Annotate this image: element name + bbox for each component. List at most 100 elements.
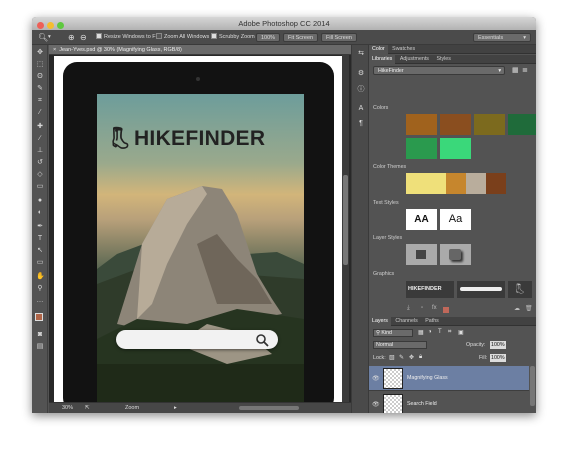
graphic-boot-swatch[interactable]: 👢︎ — [508, 281, 532, 298]
shape-tool-icon[interactable]: ▭ — [36, 259, 44, 267]
info-panel-icon[interactable]: ⓘ — [357, 85, 365, 94]
library-dropdown[interactable]: HikeFinder ▾ — [373, 66, 505, 75]
visibility-eye-icon[interactable]: 👁︎ — [372, 375, 380, 382]
lock-paint-icon[interactable]: ✎ — [399, 354, 404, 361]
clone-stamp-tool-icon[interactable]: ⊥ — [36, 147, 44, 155]
zoom-level[interactable]: 30% — [62, 403, 73, 413]
zoom-100-button[interactable]: 100% — [256, 33, 281, 42]
quick-selection-tool-icon[interactable]: ✎ — [36, 85, 44, 93]
fill-field[interactable]: 100% — [490, 354, 506, 362]
zoom-out-icon[interactable]: ⊖ — [80, 33, 87, 42]
add-content-icon[interactable]: ⤓ — [407, 305, 410, 312]
tab-channels[interactable]: Channels — [392, 317, 420, 326]
status-arrow-icon[interactable]: ▸ — [174, 403, 177, 413]
workspace-dropdown[interactable]: Essentials ▾ — [473, 33, 531, 42]
filter-shape-icon[interactable]: ⌗ — [448, 329, 451, 336]
library-color-swatch[interactable] — [440, 138, 471, 159]
horizontal-scrollbar[interactable] — [239, 406, 299, 410]
lock-position-icon[interactable]: ✥ — [409, 354, 414, 361]
add-color-swatch-icon[interactable] — [443, 307, 449, 313]
vertical-scrollbar[interactable] — [342, 55, 349, 402]
brush-tool-icon[interactable]: ∕ — [36, 135, 44, 143]
search-field[interactable] — [116, 330, 278, 349]
crop-tool-icon[interactable]: ⌗ — [36, 97, 44, 105]
filter-adjustment-icon[interactable]: ◑ — [428, 329, 432, 335]
layer-row-search-field[interactable]: 👁︎ Search Field — [369, 392, 529, 413]
layer-row-magnifying-glass[interactable]: 👁︎ Magnifying Glass — [369, 366, 529, 391]
filter-pixel-icon[interactable]: ▦ — [418, 329, 424, 336]
library-color-swatch[interactable] — [474, 114, 505, 135]
fill-screen-button[interactable]: Fill Screen — [321, 33, 357, 42]
layers-scrollbar[interactable] — [530, 366, 535, 406]
opacity-field[interactable]: 100% — [490, 341, 506, 349]
color-theme[interactable] — [406, 173, 506, 194]
history-panel-icon[interactable]: ⇆ — [357, 49, 365, 58]
tab-styles[interactable]: Styles — [433, 55, 453, 64]
list-view-icon[interactable]: ≣ — [522, 66, 528, 74]
trash-icon[interactable]: 🗑︎ — [525, 305, 533, 312]
graphic-searchbar-swatch[interactable] — [457, 281, 505, 298]
scrubby-zoom-checkbox[interactable]: Scrubby Zoom — [211, 33, 255, 42]
zoom-in-icon[interactable]: ⊕ — [68, 33, 75, 42]
foreground-color-swatch[interactable] — [35, 313, 43, 321]
pen-tool-icon[interactable]: ✒ — [36, 223, 44, 231]
tab-adjustments[interactable]: Adjustments — [397, 55, 432, 64]
library-color-swatch[interactable] — [406, 114, 437, 135]
visibility-eye-icon[interactable]: 👁︎ — [372, 401, 380, 408]
screen-mode-icon[interactable]: ▤ — [36, 343, 44, 351]
tab-swatches[interactable]: Swatches — [389, 45, 418, 54]
character-panel-icon[interactable]: A — [357, 104, 365, 113]
move-tool-icon[interactable]: ✥ — [36, 49, 44, 57]
scroll-thumb[interactable] — [343, 175, 348, 265]
lock-all-icon[interactable]: 🔒︎ — [419, 354, 422, 361]
close-tab-icon[interactable]: × — [53, 47, 56, 53]
quick-mask-icon[interactable]: ◙ — [36, 331, 44, 339]
tab-color[interactable]: Color — [369, 45, 388, 54]
layer-style-swatch[interactable] — [440, 244, 471, 265]
export-icon[interactable]: ⇱ — [85, 403, 90, 413]
minimize-button[interactable] — [47, 22, 54, 29]
marquee-tool-icon[interactable]: ⬚ — [36, 61, 44, 69]
eyedropper-tool-icon[interactable]: ⁄ — [36, 109, 44, 117]
grid-view-icon[interactable]: ▦ — [512, 66, 519, 74]
tool-preset-dropdown-icon[interactable]: ▾ — [48, 33, 51, 42]
text-style-swatch[interactable]: AA — [406, 209, 437, 230]
zoom-all-checkbox[interactable]: Zoom All Windows — [156, 33, 209, 42]
eraser-tool-icon[interactable]: ◇ — [36, 171, 44, 179]
add-graphic-icon[interactable]: ▫ — [421, 305, 423, 311]
library-color-swatch[interactable] — [508, 114, 536, 135]
type-tool-icon[interactable]: T — [36, 235, 44, 243]
path-selection-tool-icon[interactable]: ↖ — [36, 247, 44, 255]
document-tab[interactable]: × Jean-Yves.psd @ 30% (Magnifying Glass, … — [49, 45, 351, 55]
extra-tools-icon[interactable]: … — [36, 297, 44, 305]
history-brush-tool-icon[interactable]: ↺ — [36, 159, 44, 167]
blur-tool-icon[interactable]: ● — [36, 197, 44, 205]
zoom-window-button[interactable] — [57, 22, 64, 29]
library-color-swatch[interactable] — [440, 114, 471, 135]
fit-screen-button[interactable]: Fit Screen — [283, 33, 319, 42]
properties-panel-icon[interactable]: ⚙ — [357, 69, 365, 78]
filter-smartobject-icon[interactable]: ▣ — [458, 329, 464, 336]
gradient-tool-icon[interactable]: ▭ — [36, 183, 44, 191]
close-button[interactable] — [37, 22, 44, 29]
zoom-tool-icon[interactable]: 🔍︎ — [38, 33, 48, 42]
resize-windows-checkbox[interactable]: Resize Windows to Fit — [96, 33, 158, 42]
text-style-swatch[interactable]: Aa — [440, 209, 471, 230]
blend-mode-dropdown[interactable]: Normal — [373, 341, 427, 349]
graphic-logo-swatch[interactable]: HIKEFINDER — [406, 281, 454, 298]
hand-tool-icon[interactable]: ✋ — [36, 273, 45, 281]
canvas[interactable]: 👢︎HIKEFINDER — [54, 56, 346, 412]
tab-layers[interactable]: Layers — [369, 317, 391, 326]
lock-pixels-icon[interactable]: ▧ — [389, 354, 395, 361]
add-style-icon[interactable]: fx — [432, 305, 437, 311]
healing-brush-tool-icon[interactable]: ✚ — [36, 123, 44, 131]
tab-paths[interactable]: Paths — [422, 317, 442, 326]
library-color-swatch[interactable] — [406, 138, 437, 159]
filter-type-icon[interactable]: T — [438, 329, 442, 335]
cloud-sync-icon[interactable]: ☁ — [514, 305, 520, 312]
dodge-tool-icon[interactable]: ◐ — [36, 209, 44, 217]
lasso-tool-icon[interactable]: ʘ — [36, 73, 44, 81]
zoom-tool-icon[interactable]: ⚲ — [36, 285, 44, 293]
paragraph-panel-icon[interactable]: ¶ — [357, 119, 365, 128]
layer-filter-dropdown[interactable]: ⚲ Kind — [373, 329, 413, 337]
